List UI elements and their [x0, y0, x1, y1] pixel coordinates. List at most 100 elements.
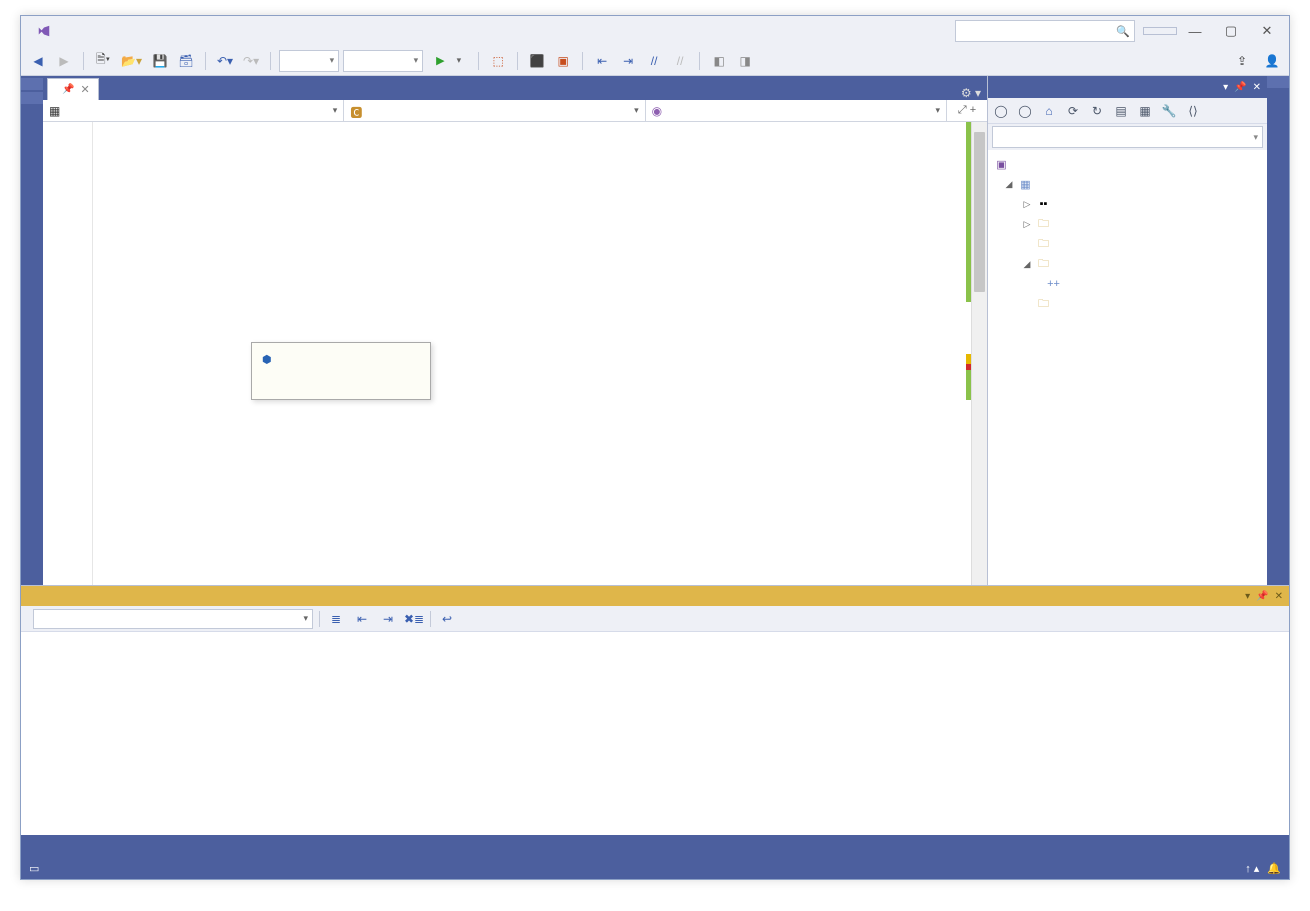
close-tab-icon[interactable]: ✕ [80, 83, 89, 96]
panel-close-icon[interactable]: ✕ [1275, 591, 1283, 602]
tooltip-search-link[interactable] [262, 369, 420, 375]
nav-class-dropdown[interactable]: 🅲 ▾ [344, 100, 645, 121]
title-bar: 🔍 — ▢ ✕ [21, 16, 1289, 46]
chevron-down-icon: ▾ [1253, 132, 1258, 143]
sx-prop-icon[interactable]: 🔧 [1160, 102, 1178, 120]
headers-node[interactable]: 🗀 [990, 234, 1265, 254]
editor-tab-active[interactable]: 📌 ✕ [47, 78, 99, 100]
output-clear-icon[interactable]: ✖≣ [404, 609, 424, 629]
error-list-tab[interactable] [27, 844, 39, 848]
references-icon: ▪▪ [1036, 197, 1051, 212]
open-button[interactable]: 📂▾ [118, 50, 145, 72]
output-source-dropdown[interactable]: ▾ [33, 609, 313, 629]
sx-sync-icon[interactable]: ⟳ [1064, 102, 1082, 120]
panel-pin-icon[interactable]: 📌 [1256, 591, 1268, 602]
tooltip-search-link-2[interactable] [262, 387, 420, 393]
pin-icon[interactable]: 📌 [62, 84, 74, 95]
tool-btn-2[interactable]: ⬛ [526, 50, 548, 72]
feedback-button[interactable]: 👤 [1261, 50, 1283, 72]
redo-button[interactable]: ↷▾ [240, 50, 262, 72]
notifications-icon[interactable]: 🔔 [1267, 862, 1281, 875]
tool-btn-1[interactable]: ⬚ [487, 50, 509, 72]
solexp-search-input[interactable]: ▾ [992, 126, 1263, 148]
panel-dropdown-icon[interactable]: ▾ [1223, 82, 1228, 93]
maximize-button[interactable]: ▢ [1213, 18, 1249, 44]
minimize-button[interactable]: — [1177, 18, 1213, 44]
uncomment-btn[interactable]: // [669, 50, 691, 72]
quick-search-input[interactable]: 🔍 [955, 20, 1135, 42]
solution-tree: ▣ ◢ ▦ ▷ ▪▪ ▷ 🗀 [988, 150, 1267, 585]
sx-refresh-icon[interactable]: ↻ [1088, 102, 1106, 120]
save-button[interactable]: 💾 [149, 50, 171, 72]
close-button[interactable]: ✕ [1249, 18, 1285, 44]
expander-icon[interactable]: ▷ [1022, 199, 1032, 210]
solution-node[interactable]: ▣ [990, 154, 1265, 174]
cpp-file-node[interactable]: ++ [990, 274, 1265, 294]
nav-fwd-button[interactable]: ▶ [53, 50, 75, 72]
output-prev-icon[interactable]: ⇤ [352, 609, 372, 629]
server-explorer-tab[interactable] [21, 78, 43, 90]
nav-member-dropdown[interactable]: ◉ ▾ [646, 100, 947, 121]
search-icon: 🔍 [1116, 25, 1130, 38]
toolbox-tab[interactable] [21, 92, 43, 104]
solexp-header: ▾ 📌 ✕ [988, 76, 1267, 98]
resources-node[interactable]: 🗀 [990, 294, 1265, 314]
sx-home-icon[interactable]: ⌂ [1040, 102, 1058, 120]
expander-icon[interactable]: ▷ [1022, 219, 1032, 230]
output-next-icon[interactable]: ⇥ [378, 609, 398, 629]
indent-btn[interactable]: ⇤ [591, 50, 613, 72]
expander-icon[interactable]: ◢ [1022, 259, 1032, 270]
project-node[interactable]: ◢ ▦ [990, 174, 1265, 194]
sx-showall-icon[interactable]: ▦ [1136, 102, 1154, 120]
find-symbol-tab[interactable] [49, 844, 61, 848]
platform-dropdown[interactable]: ▾ [343, 50, 423, 72]
bookmark-btn[interactable]: ◧ [708, 50, 730, 72]
tool-btn-3[interactable]: ▣ [552, 50, 574, 72]
output-wrap-icon[interactable]: ↩ [437, 609, 457, 629]
external-deps-node[interactable]: ▷ 🗀 [990, 214, 1265, 234]
vs-logo-icon [33, 20, 55, 42]
window-icon: ▭ [29, 862, 39, 875]
source-control-button[interactable]: ↑ ▴ [1245, 862, 1259, 875]
sources-node[interactable]: ◢ 🗀 [990, 254, 1265, 274]
output-header: ▾ 📌 ✕ [21, 586, 1289, 606]
diagnostic-tools-tab[interactable] [1267, 76, 1289, 88]
folder-icon: 🗀 [1036, 297, 1051, 312]
undo-button[interactable]: ↶▾ [214, 50, 236, 72]
output-goto-icon[interactable]: ≣ [326, 609, 346, 629]
folder-icon: 🗀 [1036, 237, 1051, 252]
panel-close-icon[interactable]: ✕ [1253, 82, 1261, 93]
solution-icon: ▣ [994, 157, 1009, 172]
tab-options-icon[interactable]: ⚙ ▾ [955, 86, 987, 100]
expander-icon[interactable]: ◢ [1004, 179, 1014, 190]
comment-btn[interactable]: // [643, 50, 665, 72]
output-toolbar: ▾ ≣ ⇤ ⇥ ✖≣ ↩ [21, 606, 1289, 632]
share-icon: ⇪ [1237, 54, 1247, 68]
outdent-btn[interactable]: ⇥ [617, 50, 639, 72]
bookmark2-btn[interactable]: ◨ [734, 50, 756, 72]
output-text[interactable] [21, 632, 1289, 835]
save-all-button[interactable]: 🗃 [175, 50, 197, 72]
navigation-bar: ▦ ▾ 🅲 ▾ ◉ ▾ ⤢ + [43, 100, 987, 122]
live-share-button[interactable]: ⇪ [1231, 54, 1257, 68]
class-icon: 🅲 [350, 104, 364, 118]
nav-back-button[interactable]: ◀ [27, 50, 49, 72]
cpp-file-icon: ++ [1046, 277, 1061, 292]
start-debug-button[interactable]: ▶▾ [427, 50, 470, 72]
sx-view-icon[interactable]: ⟨⟩ [1184, 102, 1202, 120]
lightbulb-icon: ⬢ [262, 354, 272, 366]
panel-dropdown-icon[interactable]: ▾ [1245, 591, 1250, 602]
panel-pin-icon[interactable]: 📌 [1234, 82, 1246, 93]
output-tab[interactable] [71, 844, 83, 848]
nav-project-dropdown[interactable]: ▦ ▾ [43, 100, 344, 121]
new-project-button[interactable]: 🗎▾ [92, 50, 114, 72]
config-dropdown[interactable]: ▾ [279, 50, 339, 72]
editor-scrollbar[interactable] [971, 122, 987, 585]
references-node[interactable]: ▷ ▪▪ [990, 194, 1265, 214]
project-icon: ▦ [49, 104, 63, 118]
nav-split-button[interactable]: ⤢ + [947, 100, 987, 121]
sx-back-icon[interactable]: ◯ [992, 102, 1010, 120]
sx-filter-icon[interactable]: ▤ [1112, 102, 1130, 120]
sx-fwd-icon[interactable]: ◯ [1016, 102, 1034, 120]
solution-name-label [1143, 27, 1177, 35]
